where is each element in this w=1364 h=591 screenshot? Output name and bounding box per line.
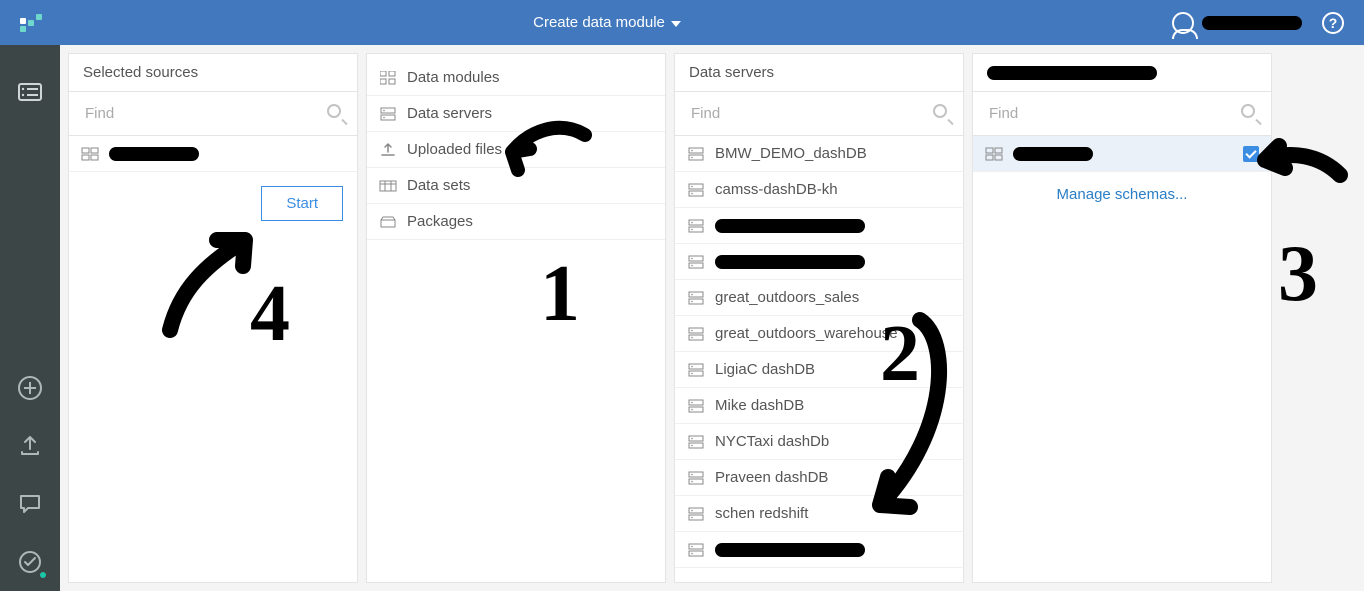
panel-title: Selected sources bbox=[83, 64, 198, 81]
server-icon bbox=[379, 107, 397, 121]
server-label: Mike dashDB bbox=[715, 397, 804, 414]
server-icon bbox=[687, 471, 705, 485]
package-icon bbox=[379, 215, 397, 229]
main-area: Selected sources Start Data bbox=[60, 45, 1364, 591]
server-label: schen redshift bbox=[715, 505, 808, 522]
schema-name-redacted bbox=[1013, 147, 1093, 161]
search-icon[interactable] bbox=[1241, 104, 1261, 124]
schema-icon bbox=[985, 147, 1003, 161]
server-icon bbox=[687, 363, 705, 377]
type-label: Uploaded files bbox=[407, 141, 502, 158]
type-packages[interactable]: Packages bbox=[367, 204, 665, 240]
panel-title: Data servers bbox=[689, 64, 774, 81]
manage-schemas-link[interactable]: Manage schemas... bbox=[973, 172, 1271, 217]
type-uploaded-files[interactable]: Uploaded files bbox=[367, 132, 665, 168]
server-item[interactable] bbox=[675, 244, 963, 280]
server-label: NYCTaxi dashDb bbox=[715, 433, 829, 450]
search-input-servers[interactable] bbox=[689, 104, 933, 123]
server-item[interactable] bbox=[675, 208, 963, 244]
rail-add-icon[interactable] bbox=[15, 373, 45, 403]
panel-header-servers: Data servers bbox=[675, 54, 963, 92]
server-item[interactable]: BMW_DEMO_dashDB bbox=[675, 136, 963, 172]
search-icon[interactable] bbox=[933, 104, 953, 124]
upload-icon bbox=[379, 143, 397, 157]
server-icon bbox=[687, 255, 705, 269]
panel-source-types: Data modules Data servers Uploaded files… bbox=[366, 53, 666, 583]
top-bar: Create data module ? bbox=[0, 0, 1364, 45]
type-label: Packages bbox=[407, 213, 473, 230]
username-redacted bbox=[1202, 16, 1302, 30]
server-icon bbox=[687, 147, 705, 161]
search-row-sources bbox=[69, 92, 357, 136]
modules-icon bbox=[379, 71, 397, 85]
user-menu[interactable] bbox=[1172, 12, 1302, 34]
checkmark-icon bbox=[1243, 146, 1259, 162]
server-icon bbox=[687, 507, 705, 521]
rail-status-icon[interactable] bbox=[15, 547, 45, 577]
server-item[interactable]: Mike dashDB bbox=[675, 388, 963, 424]
panel-data-servers: Data servers BMW_DEMO_dashDB camss-dashDB… bbox=[674, 53, 964, 583]
start-button[interactable]: Start bbox=[261, 186, 343, 221]
type-label: Data sets bbox=[407, 177, 470, 194]
schema-item[interactable] bbox=[973, 136, 1271, 172]
server-label: BMW_DEMO_dashDB bbox=[715, 145, 867, 162]
type-data-servers[interactable]: Data servers bbox=[367, 96, 665, 132]
server-icon bbox=[687, 327, 705, 341]
panel-header-schemas bbox=[973, 54, 1271, 92]
panel-schemas: Manage schemas... bbox=[972, 53, 1272, 583]
search-input-schemas[interactable] bbox=[987, 104, 1241, 123]
search-icon[interactable] bbox=[327, 104, 347, 124]
server-item[interactable] bbox=[675, 532, 963, 568]
page-title-dropdown[interactable]: Create data module bbox=[533, 14, 681, 31]
selected-source-item[interactable] bbox=[69, 136, 357, 172]
server-name-redacted bbox=[715, 255, 865, 269]
server-item[interactable]: NYCTaxi dashDb bbox=[675, 424, 963, 460]
server-item[interactable]: schen redshift bbox=[675, 496, 963, 532]
server-label: great_outdoors_warehouse bbox=[715, 325, 898, 342]
server-icon bbox=[687, 291, 705, 305]
brand-logo[interactable] bbox=[20, 12, 42, 34]
server-item[interactable]: LigiaC dashDB bbox=[675, 352, 963, 388]
left-rail bbox=[0, 45, 60, 591]
server-icon bbox=[687, 219, 705, 233]
search-input-sources[interactable] bbox=[83, 104, 327, 123]
panel-selected-sources: Selected sources Start bbox=[68, 53, 358, 583]
brand-icon bbox=[20, 12, 42, 34]
type-data-modules[interactable]: Data modules bbox=[367, 60, 665, 96]
rail-chat-icon[interactable] bbox=[15, 489, 45, 519]
schema-icon bbox=[81, 147, 99, 161]
server-name-redacted bbox=[715, 219, 865, 233]
server-label: camss-dashDB-kh bbox=[715, 181, 838, 198]
search-row-schemas bbox=[973, 92, 1271, 136]
search-row-servers bbox=[675, 92, 963, 136]
dataset-icon bbox=[379, 179, 397, 193]
server-icon bbox=[687, 435, 705, 449]
chevron-down-icon bbox=[671, 21, 681, 27]
help-icon[interactable]: ? bbox=[1322, 12, 1344, 34]
type-label: Data modules bbox=[407, 69, 500, 86]
server-item[interactable]: great_outdoors_sales bbox=[675, 280, 963, 316]
server-item[interactable]: Praveen dashDB bbox=[675, 460, 963, 496]
server-name-redacted bbox=[987, 66, 1157, 80]
server-label: LigiaC dashDB bbox=[715, 361, 815, 378]
type-data-sets[interactable]: Data sets bbox=[367, 168, 665, 204]
server-name-redacted bbox=[715, 543, 865, 557]
source-name-redacted bbox=[109, 147, 199, 161]
server-icon bbox=[687, 543, 705, 557]
server-label: great_outdoors_sales bbox=[715, 289, 859, 306]
page-title: Create data module bbox=[533, 14, 665, 31]
server-icon bbox=[687, 399, 705, 413]
server-label: Praveen dashDB bbox=[715, 469, 828, 486]
server-item[interactable]: great_outdoors_warehouse bbox=[675, 316, 963, 352]
type-label: Data servers bbox=[407, 105, 492, 122]
server-icon bbox=[687, 183, 705, 197]
rail-source-icon[interactable] bbox=[15, 77, 45, 107]
panel-header-sources: Selected sources bbox=[69, 54, 357, 92]
server-item[interactable]: camss-dashDB-kh bbox=[675, 172, 963, 208]
user-icon bbox=[1172, 12, 1194, 34]
rail-upload-icon[interactable] bbox=[15, 431, 45, 461]
status-dot bbox=[39, 571, 47, 579]
